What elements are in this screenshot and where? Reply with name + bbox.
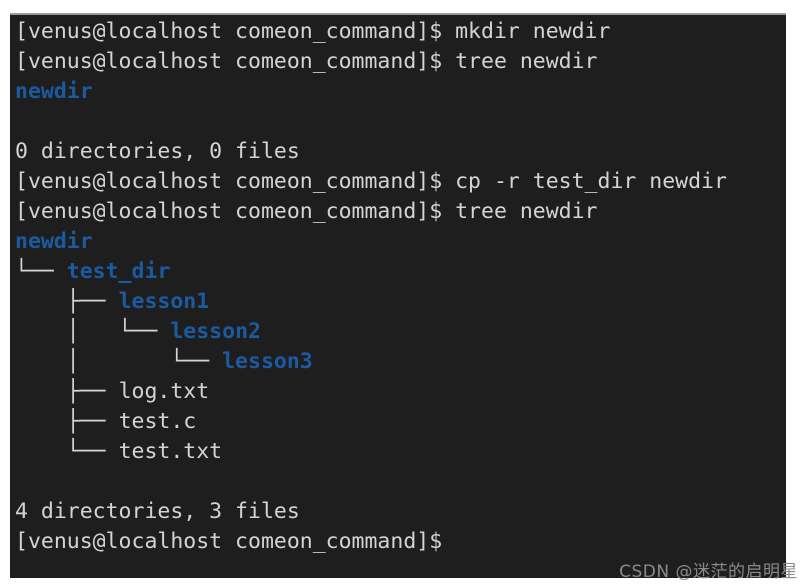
terminal-line-l18: [venus@localhost comeon_command]$	[15, 527, 786, 557]
terminal-line-l14: ├── test.c	[15, 407, 786, 437]
shell-command: cp -r test_dir newdir	[455, 169, 727, 194]
shell-command: tree newdir	[455, 49, 598, 74]
tree-branch: └──	[15, 259, 67, 284]
terminal-output-area[interactable]: [venus@localhost comeon_command]$ mkdir …	[15, 17, 786, 557]
terminal-line-l01: [venus@localhost comeon_command]$ mkdir …	[15, 17, 786, 47]
shell-command: tree newdir	[455, 199, 598, 224]
terminal-line-l13: ├── log.txt	[15, 377, 786, 407]
terminal-line-l03: newdir	[15, 77, 786, 107]
terminal-line-l12: │ └── lesson3	[15, 347, 786, 377]
shell-prompt: [venus@localhost comeon_command]$	[15, 169, 456, 194]
terminal-line-l09: └── test_dir	[15, 257, 786, 287]
command-output-text: 0 directories, 0 files	[15, 139, 300, 164]
tree-directory-name: lesson3	[222, 349, 313, 374]
tree-file-name: test.txt	[118, 439, 223, 464]
tree-file-name: test.c	[118, 409, 197, 434]
terminal-line-l07: [venus@localhost comeon_command]$ tree n…	[15, 197, 786, 227]
tree-directory-name: lesson1	[118, 289, 210, 314]
shell-prompt: [venus@localhost comeon_command]$	[15, 199, 456, 224]
tree-file-name: log.txt	[118, 379, 210, 404]
shell-prompt: [venus@localhost comeon_command]$	[15, 49, 456, 74]
shell-prompt: [venus@localhost comeon_command]$	[15, 19, 456, 44]
tree-directory-name: newdir	[15, 229, 93, 254]
tree-directory-name: lesson2	[170, 319, 261, 344]
tree-branch: ├──	[15, 289, 119, 314]
terminal-line-l16	[15, 467, 786, 497]
terminal-line-l04	[15, 107, 786, 137]
tree-branch: ├──	[15, 409, 119, 434]
shell-prompt: [venus@localhost comeon_command]$	[15, 529, 456, 554]
tree-branch: └──	[15, 439, 119, 464]
terminal-line-l06: [venus@localhost comeon_command]$ cp -r …	[15, 167, 786, 197]
terminal-top-rule	[10, 13, 786, 15]
tree-directory-name: newdir	[15, 79, 93, 104]
terminal-window[interactable]: [venus@localhost comeon_command]$ mkdir …	[10, 13, 786, 578]
tree-directory-name: test_dir	[66, 259, 171, 284]
terminal-line-l11: │ └── lesson2	[15, 317, 786, 347]
terminal-line-l08: newdir	[15, 227, 786, 257]
tree-branch: │ └──	[15, 349, 223, 374]
csdn-watermark: CSDN @迷茫的启明星	[619, 562, 798, 582]
tree-branch: │ └──	[15, 319, 171, 344]
shell-command: mkdir newdir	[455, 19, 611, 44]
tree-branch: ├──	[15, 379, 119, 404]
command-output-text: 4 directories, 3 files	[15, 499, 300, 524]
terminal-line-l02: [venus@localhost comeon_command]$ tree n…	[15, 47, 786, 77]
terminal-line-l05: 0 directories, 0 files	[15, 137, 786, 167]
terminal-line-l17: 4 directories, 3 files	[15, 497, 786, 527]
terminal-line-l15: └── test.txt	[15, 437, 786, 467]
terminal-line-l10: ├── lesson1	[15, 287, 786, 317]
